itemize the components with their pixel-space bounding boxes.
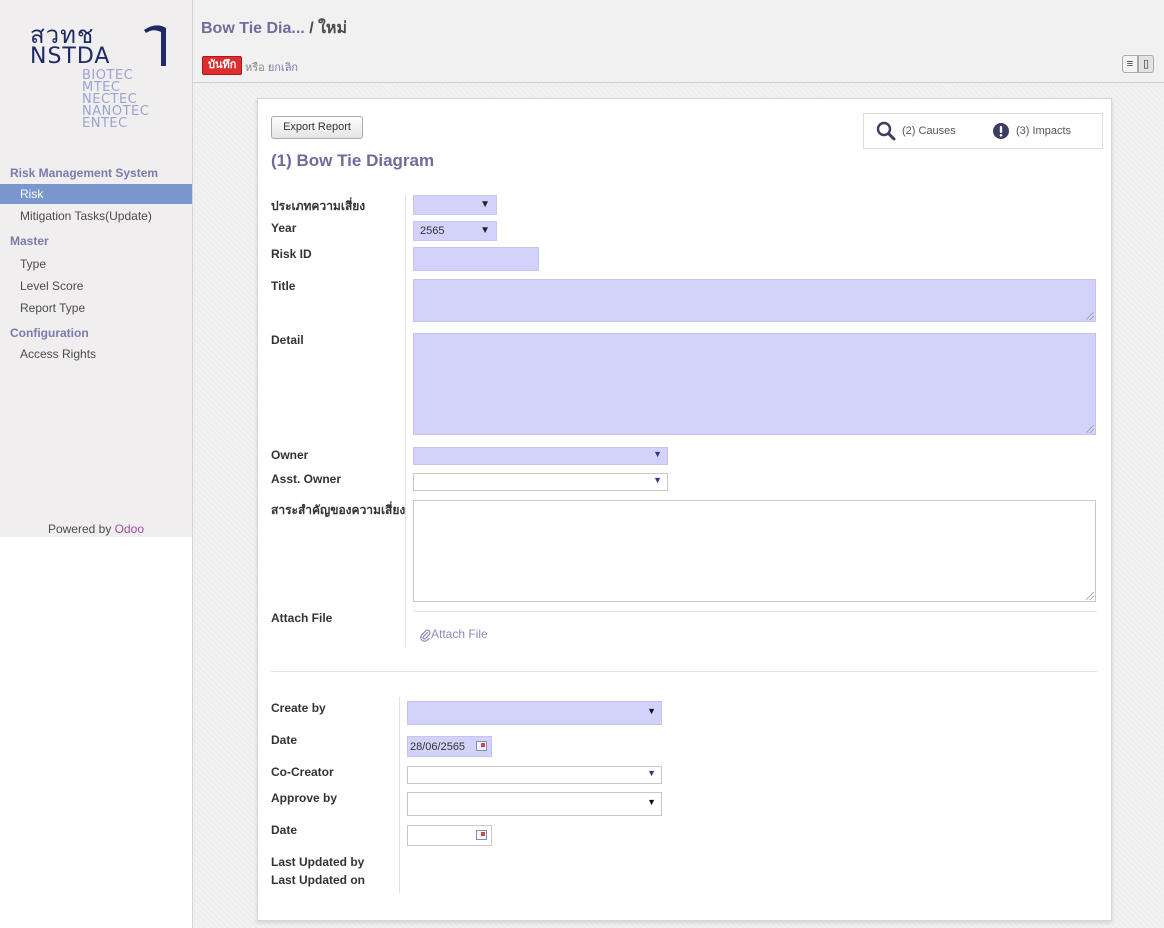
risk-type-label: ประเภทความเสี่ยง: [271, 199, 366, 213]
group-divider: [399, 697, 400, 893]
sidebar: สวทช NSTDA BIOTEC MTEC NECTEC NANOTEC EN…: [0, 0, 193, 928]
title-label: Title: [271, 279, 296, 293]
causes-label: (2) Causes: [902, 125, 956, 137]
attach-file-button[interactable]: Attach File: [419, 627, 488, 642]
year-select[interactable]: 2565 ▼: [413, 221, 497, 241]
impacts-label: (3) Impacts: [1016, 125, 1072, 137]
nav-section-master: Master: [10, 234, 49, 248]
asst-owner-label: Asst. Owner: [271, 472, 342, 486]
nav-section-risk-management: Risk Management System: [10, 166, 159, 180]
calendar-icon[interactable]: [476, 830, 487, 840]
logo-units: BIOTEC MTEC NECTEC NANOTEC ENTEC: [82, 69, 149, 131]
breadcrumb-parent-link[interactable]: Bow Tie Dia...: [201, 20, 305, 37]
form-view-icon[interactable]: ▯: [1138, 55, 1154, 73]
owner-field[interactable]: ▼: [413, 447, 668, 465]
form-header: Bow Tie Dia... / ใหม่ บันทึก หรือ ยกเลิก…: [193, 0, 1164, 83]
approve-date-input[interactable]: [407, 825, 492, 846]
detail-label: Detail: [271, 333, 304, 347]
form-content-area: Export Report (2) Causes (3) Impacts (1)…: [193, 83, 1164, 928]
essence-label: สาระสำคัญของความเสี่ยง: [271, 503, 406, 517]
attach-divider: [413, 611, 1097, 612]
title-textarea[interactable]: [413, 279, 1096, 322]
essence-textarea[interactable]: [413, 500, 1096, 602]
logo-unit: ENTEC: [82, 116, 128, 131]
co-creator-field[interactable]: ▼: [407, 766, 662, 784]
chevron-down-icon: ▼: [480, 225, 490, 236]
view-switcher: ≡ ▯: [1122, 55, 1156, 73]
approve-date-label: Date: [271, 823, 298, 837]
causes-button[interactable]: (2) Causes: [876, 114, 956, 148]
year-value: 2565: [420, 225, 445, 237]
powered-by: Powered by Odoo: [0, 522, 192, 536]
logo-thai-text: สวทช: [30, 21, 95, 49]
risk-id-input[interactable]: [413, 247, 539, 271]
attach-file-link: Attach File: [431, 627, 488, 641]
paperclip-icon: [420, 629, 431, 642]
create-date-label: Date: [271, 733, 298, 747]
exclamation-icon: [993, 123, 1009, 140]
year-label: Year: [271, 221, 297, 235]
approve-by-label: Approve by: [271, 791, 338, 805]
last-updated-by-label: Last Updated by: [271, 855, 365, 869]
chevron-down-icon[interactable]: ▼: [647, 768, 656, 778]
nav-section-configuration: Configuration: [10, 326, 89, 340]
create-by-field[interactable]: ▼: [407, 701, 662, 725]
calendar-icon[interactable]: [476, 741, 487, 751]
list-view-icon[interactable]: ≡: [1122, 55, 1138, 73]
or-text: หรือ: [245, 62, 265, 74]
co-creator-label: Co-Creator: [271, 765, 334, 779]
search-icon: [876, 121, 896, 141]
breadcrumb-current: ใหม่: [318, 20, 347, 37]
section-divider: [271, 671, 1097, 672]
breadcrumb: Bow Tie Dia... / ใหม่: [201, 16, 347, 41]
resize-handle-icon[interactable]: [1086, 312, 1094, 320]
chevron-down-icon[interactable]: ▼: [647, 797, 656, 807]
logo-latin-text: NSTDA: [30, 44, 111, 69]
risk-type-select[interactable]: ▼: [413, 195, 497, 215]
risk-id-label: Risk ID: [271, 247, 312, 261]
impacts-button[interactable]: (3) Impacts: [992, 114, 1071, 148]
sidebar-item-risk[interactable]: Risk: [0, 184, 192, 204]
sidebar-item-type[interactable]: Type: [0, 254, 192, 274]
nstda-logo[interactable]: สวทช NSTDA BIOTEC MTEC NECTEC NANOTEC EN…: [30, 21, 170, 154]
owner-label: Owner: [271, 448, 309, 462]
chevron-down-icon[interactable]: ▼: [653, 475, 662, 485]
resize-handle-icon[interactable]: [1086, 592, 1094, 600]
odoo-link[interactable]: Odoo: [115, 522, 144, 536]
approve-by-field[interactable]: ▼: [407, 792, 662, 816]
chevron-down-icon[interactable]: ▼: [653, 449, 662, 459]
breadcrumb-separator: /: [309, 20, 314, 37]
save-button[interactable]: บันทึก: [202, 56, 243, 75]
sidebar-item-level-score[interactable]: Level Score: [0, 276, 192, 296]
attach-file-label: Attach File: [271, 611, 333, 625]
sidebar-item-report-type[interactable]: Report Type: [0, 298, 192, 318]
chevron-down-icon: ▼: [480, 199, 490, 210]
discard-button[interactable]: ยกเลิก: [268, 62, 298, 74]
export-report-button[interactable]: Export Report: [271, 116, 363, 139]
resize-handle-icon[interactable]: [1086, 425, 1094, 433]
asst-owner-field[interactable]: ▼: [413, 473, 668, 491]
create-date-value: 28/06/2565: [410, 741, 466, 753]
discard-group: หรือ ยกเลิก: [245, 58, 298, 76]
detail-textarea[interactable]: [413, 333, 1096, 435]
form-sheet: Export Report (2) Causes (3) Impacts (1)…: [257, 98, 1112, 921]
sidebar-item-mitigation-tasks[interactable]: Mitigation Tasks(Update): [0, 206, 192, 226]
powered-by-text: Powered by: [47, 522, 112, 536]
sidebar-panel: สวทช NSTDA BIOTEC MTEC NECTEC NANOTEC EN…: [0, 0, 193, 537]
logo-swoosh-icon: [144, 25, 166, 66]
create-by-label: Create by: [271, 701, 326, 715]
create-date-input[interactable]: 28/06/2565: [407, 736, 492, 757]
group-divider: [405, 195, 406, 647]
chevron-down-icon[interactable]: ▼: [647, 706, 656, 716]
last-updated-on-label: Last Updated on: [271, 873, 366, 887]
logo-mark: สวทช NSTDA: [30, 21, 111, 69]
smart-buttons: (2) Causes (3) Impacts: [863, 113, 1103, 149]
sidebar-empty-area: [0, 537, 193, 928]
form-title: (1) Bow Tie Diagram: [271, 151, 435, 170]
sidebar-item-access-rights[interactable]: Access Rights: [0, 344, 192, 364]
